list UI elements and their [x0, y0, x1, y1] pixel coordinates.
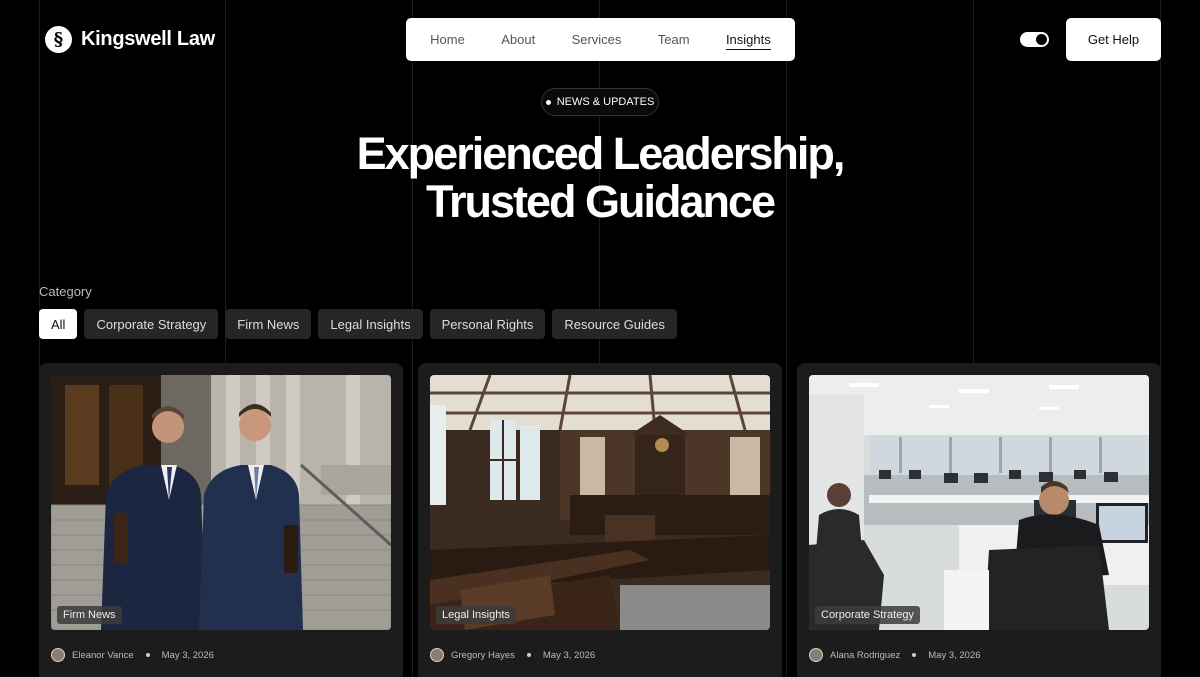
nav-insights[interactable]: Insights [725, 32, 771, 50]
article-card[interactable]: Corporate Strategy Alana Rodriguez May 3… [797, 363, 1161, 677]
chip-legal-insights[interactable]: Legal Insights [318, 309, 423, 339]
avatar [809, 648, 823, 662]
nav-home[interactable]: Home [430, 32, 465, 47]
separator-dot [526, 653, 531, 657]
chip-resource-guides[interactable]: Resource Guides [552, 309, 677, 339]
chip-all[interactable]: All [39, 309, 78, 339]
article-card[interactable]: Legal Insights Gregory Hayes May 3, 2026 [418, 363, 782, 677]
card-category-tag: Legal Insights [436, 606, 516, 624]
separator-dot [145, 653, 150, 657]
separator-dot [912, 653, 917, 657]
author-name: Gregory Hayes [451, 649, 515, 661]
get-help-button[interactable]: Get Help [1066, 18, 1161, 61]
brand-name: Kingswell Law [81, 28, 215, 50]
card-image-lawyers: Firm News [51, 375, 391, 630]
dot-icon [545, 99, 551, 105]
nav-about[interactable]: About [501, 32, 535, 47]
card-category-tag: Firm News [57, 606, 122, 624]
chip-personal-rights[interactable]: Personal Rights [429, 309, 546, 339]
badge-label: NEWS & UPDATES [556, 96, 655, 108]
main-nav: Home About Services Team Insights [406, 18, 795, 61]
news-badge: NEWS & UPDATES [541, 88, 659, 116]
card-image-courtroom: Legal Insights [430, 375, 770, 630]
card-meta: Alana Rodriguez May 3, 2026 [809, 648, 981, 662]
toggle-knob [1036, 34, 1047, 45]
hero-title-line1: Experienced Leadership, [356, 128, 846, 179]
card-meta: Gregory Hayes May 3, 2026 [430, 648, 595, 662]
publish-date: May 3, 2026 [928, 649, 981, 661]
hero-title-line2: Trusted Guidance [425, 176, 776, 227]
chip-corporate-strategy[interactable]: Corporate Strategy [84, 309, 219, 339]
author-name: Eleanor Vance [72, 649, 134, 661]
card-meta: Eleanor Vance May 3, 2026 [51, 648, 214, 662]
nav-services[interactable]: Services [572, 32, 622, 47]
publish-date: May 3, 2026 [161, 649, 214, 661]
chip-firm-news[interactable]: Firm News [225, 309, 312, 339]
card-image-office: Corporate Strategy [809, 375, 1149, 630]
author-name: Alana Rodriguez [830, 649, 901, 661]
section-symbol-icon: § [45, 26, 72, 53]
card-category-tag: Corporate Strategy [815, 606, 920, 624]
avatar [430, 648, 444, 662]
logo[interactable]: § Kingswell Law [45, 26, 215, 53]
nav-team[interactable]: Team [658, 32, 690, 47]
avatar [51, 648, 65, 662]
publish-date: May 3, 2026 [542, 649, 596, 661]
category-filter: All Corporate Strategy Firm News Legal I… [39, 309, 677, 339]
article-card[interactable]: Firm News Eleanor Vance May 3, 2026 [39, 363, 403, 677]
category-label: Category [39, 284, 92, 299]
theme-toggle[interactable] [1020, 32, 1049, 47]
